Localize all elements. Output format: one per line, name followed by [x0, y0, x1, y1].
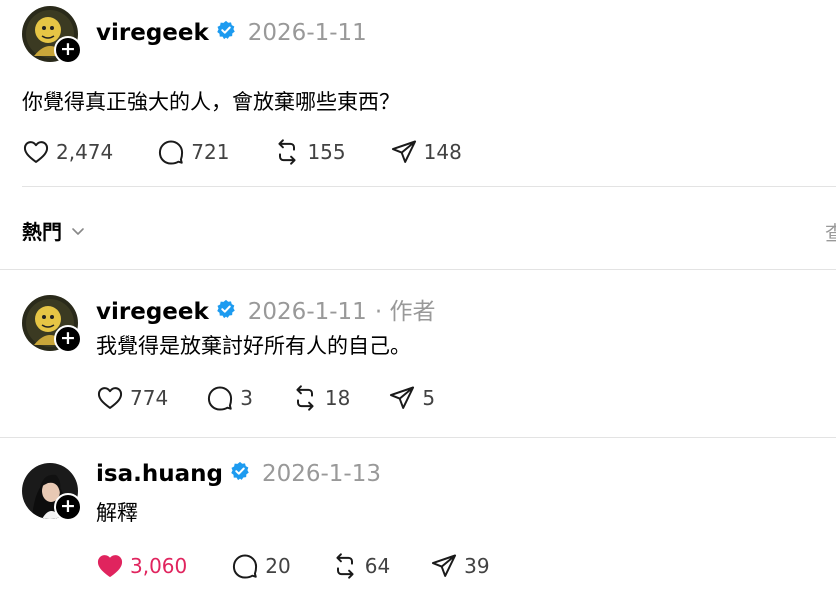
reply-actions: 3,060 20 64 39 — [96, 552, 534, 580]
reply-date[interactable]: 2026-1-11 — [248, 299, 367, 325]
like-button[interactable]: 3,060 — [96, 552, 187, 580]
comment-button[interactable]: 721 — [157, 138, 229, 166]
post-username[interactable]: viregeek — [96, 20, 209, 46]
share-button[interactable]: 39 — [430, 552, 490, 580]
send-icon — [432, 554, 457, 577]
repost-count: 155 — [307, 140, 346, 164]
reply-actions: 774 3 18 5 — [96, 384, 479, 412]
repost-count: 18 — [324, 386, 351, 410]
like-count: 3,060 — [130, 554, 188, 578]
post-actions: 2,474 721 155 148 — [22, 138, 506, 166]
like-button[interactable]: 2,474 — [22, 138, 113, 166]
share-count: 39 — [464, 554, 490, 578]
verified-badge-icon — [231, 461, 249, 481]
divider — [0, 437, 836, 438]
avatar[interactable]: + — [22, 463, 82, 521]
send-icon — [390, 386, 415, 409]
comment-count: 721 — [191, 140, 230, 164]
send-icon — [391, 140, 416, 163]
follow-plus-icon[interactable]: + — [54, 493, 82, 521]
repost-icon — [296, 385, 314, 411]
share-button[interactable]: 148 — [390, 138, 462, 166]
reply-username[interactable]: isa.huang — [96, 461, 223, 487]
avatar[interactable]: + — [22, 295, 82, 353]
repost-button[interactable]: 18 — [291, 384, 350, 412]
like-button[interactable]: 774 — [96, 384, 168, 412]
verified-badge-icon — [217, 20, 235, 40]
repost-button[interactable]: 155 — [273, 138, 346, 166]
repost-count: 64 — [364, 554, 391, 578]
share-count: 5 — [422, 386, 436, 410]
reply-username[interactable]: viregeek — [96, 299, 209, 325]
like-count: 774 — [130, 386, 169, 410]
post-date[interactable]: 2026-1-11 — [248, 20, 367, 46]
comment-count: 20 — [265, 554, 291, 578]
heart-icon — [23, 141, 49, 163]
chevron-down-icon — [72, 227, 84, 235]
repost-icon — [336, 553, 354, 579]
author-tag: · 作者 — [374, 299, 436, 325]
view-activity-link[interactable]: 查 — [825, 217, 836, 246]
heart-icon — [97, 387, 123, 409]
repost-button[interactable]: 64 — [331, 552, 390, 580]
repost-icon — [278, 139, 297, 165]
like-count: 2,474 — [56, 140, 114, 164]
follow-plus-icon[interactable]: + — [54, 325, 82, 353]
reply-date[interactable]: 2026-1-13 — [262, 461, 381, 487]
sort-label: 熱門 — [22, 220, 62, 244]
verified-badge-icon — [217, 299, 235, 319]
heart-filled-icon — [97, 555, 123, 577]
post-text: 你覺得真正強大的人，會放棄哪些東西？ — [22, 90, 400, 114]
avatar[interactable]: + — [22, 6, 82, 64]
comment-icon — [208, 386, 233, 411]
share-count: 148 — [423, 140, 462, 164]
comment-count: 3 — [240, 386, 253, 410]
follow-plus-icon[interactable]: + — [54, 36, 82, 64]
divider — [0, 269, 836, 270]
reply-text: 我覺得是放棄討好所有人的自己。 — [96, 334, 411, 358]
reply-text: 解釋 — [96, 501, 138, 525]
sort-dropdown[interactable]: 熱門 — [22, 216, 86, 245]
comment-icon — [233, 554, 258, 579]
divider — [22, 186, 836, 187]
share-button[interactable]: 5 — [388, 384, 435, 412]
comment-icon — [159, 140, 184, 165]
comment-button[interactable]: 3 — [206, 384, 253, 412]
comment-button[interactable]: 20 — [231, 552, 291, 580]
